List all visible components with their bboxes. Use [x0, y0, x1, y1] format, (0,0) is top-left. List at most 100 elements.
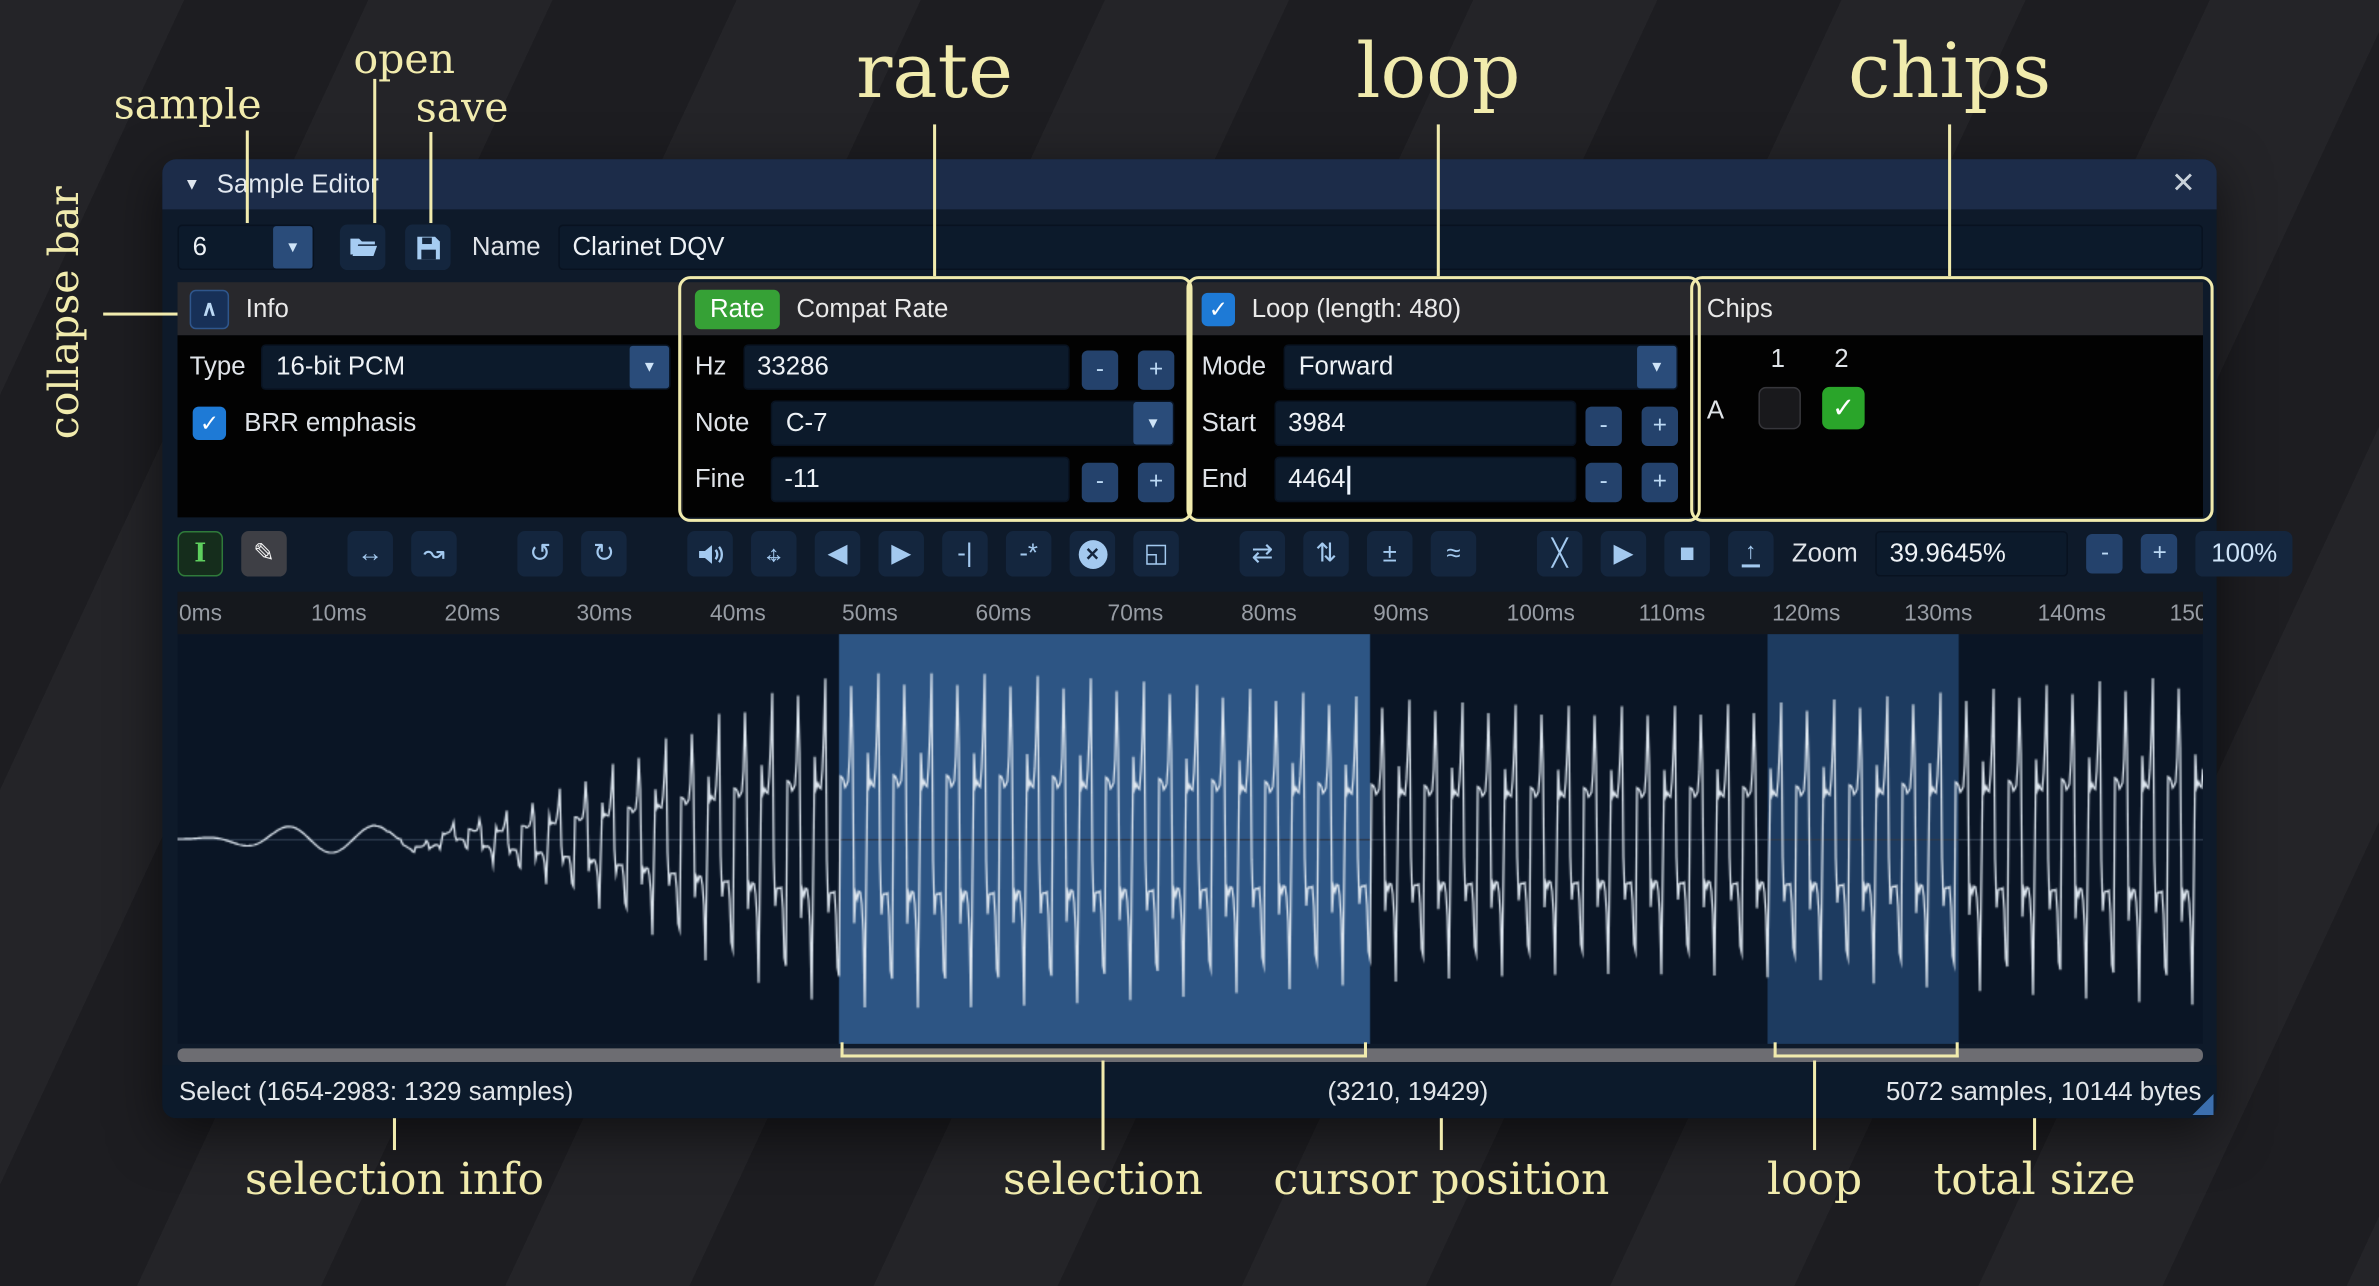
info-section: ∧ Info Type 16-bit PCM ▼ ✓ — [178, 282, 683, 517]
chips-section-title: Chips — [1707, 294, 1773, 324]
invert-button[interactable]: ⇅ — [1303, 531, 1349, 577]
chevron-down-icon[interactable]: ▼ — [1637, 346, 1676, 388]
ruler-label: 60ms — [976, 601, 1032, 627]
annotation-loop: loop — [1356, 27, 1520, 115]
window-title: Sample Editor — [217, 169, 379, 199]
annotation-sample: sample — [114, 82, 262, 129]
crossfade-button[interactable]: ╳ — [1537, 531, 1583, 577]
zoom-input[interactable]: 39.9645% — [1876, 531, 2069, 577]
chevron-down-icon[interactable]: ▼ — [1133, 402, 1172, 444]
loop-mode-select[interactable]: Forward ▼ — [1284, 344, 1678, 390]
resample-button[interactable]: ↝ — [411, 531, 457, 577]
brr-emphasis-checkbox[interactable]: ✓ — [193, 407, 226, 440]
fade-in-icon: ◀ — [828, 539, 848, 569]
redo-button[interactable]: ↻ — [581, 531, 627, 577]
chip-column-2-label: 2 — [1834, 344, 1848, 374]
loop-end-plus-button[interactable]: + — [1642, 463, 1678, 502]
delete-button[interactable]: × — [1070, 531, 1116, 577]
sample-type-select[interactable]: 16-bit PCM ▼ — [261, 344, 671, 390]
filter-button[interactable]: ≈ — [1431, 531, 1477, 577]
fine-plus-button[interactable]: + — [1138, 463, 1174, 502]
sign-button[interactable]: ± — [1367, 531, 1413, 577]
ruler-label: 0ms — [179, 601, 222, 627]
loop-start-minus-button[interactable]: - — [1585, 407, 1621, 446]
zoom-label: Zoom — [1792, 539, 1858, 569]
stop-button[interactable]: ■ — [1664, 531, 1710, 577]
ruler-label: 110ms — [1639, 601, 1706, 627]
close-icon[interactable]: ✕ — [2171, 167, 2195, 202]
trim-button[interactable]: ◱ — [1133, 531, 1179, 577]
fade-in-button[interactable]: ◀ — [815, 531, 861, 577]
rate-badge[interactable]: Rate — [695, 289, 780, 328]
status-bar: Select (1654-2983: 1329 samples) (3210, … — [162, 1065, 2216, 1118]
fade-out-button[interactable]: ▶ — [878, 531, 924, 577]
ruler-label: 30ms — [577, 601, 633, 627]
annotation-cursor-position: cursor position — [1273, 1153, 1609, 1205]
play-button[interactable]: ▶ — [1601, 531, 1647, 577]
annotation-rate: rate — [856, 27, 1013, 115]
normalize-button[interactable]: ↔↕ — [751, 531, 797, 577]
hz-minus-button[interactable]: - — [1082, 350, 1118, 389]
save-button[interactable] — [405, 225, 451, 271]
note-select[interactable]: C-7 ▼ — [771, 401, 1175, 447]
reverse-button[interactable]: ⇄ — [1240, 531, 1286, 577]
horizontal-scrollbar[interactable] — [178, 1048, 2203, 1062]
hz-plus-button[interactable]: + — [1138, 350, 1174, 389]
loop-start-plus-button[interactable]: + — [1642, 407, 1678, 446]
waveform-display[interactable] — [178, 634, 2203, 1044]
title-bar[interactable]: ▼ Sample Editor ✕ — [162, 159, 2216, 209]
zoom-out-button[interactable]: - — [2087, 534, 2123, 573]
hz-input[interactable]: 33286 — [743, 344, 1069, 390]
fine-minus-button[interactable]: - — [1082, 463, 1118, 502]
note-label: Note — [695, 408, 750, 438]
chevron-down-icon[interactable]: ▼ — [630, 346, 669, 388]
sample-number-value: 6 — [179, 232, 273, 262]
zoom-in-button[interactable]: + — [2141, 534, 2177, 573]
window-collapse-icon[interactable]: ▼ — [184, 175, 201, 193]
play-icon: ▶ — [1613, 539, 1633, 569]
ruler-label: 120ms — [1772, 601, 1840, 627]
redo-icon: ↻ — [593, 539, 615, 569]
chevron-down-icon[interactable]: ▼ — [273, 226, 312, 268]
rate-section: Rate Compat Rate Hz 33286 - + Note — [683, 282, 1190, 517]
ruler-label: 40ms — [710, 601, 766, 627]
i-beam-icon: I — [194, 539, 206, 569]
fine-input[interactable]: -11 — [771, 457, 1070, 503]
loop-end-minus-button[interactable]: - — [1585, 463, 1621, 502]
cross-arrows-icon: ╳ — [1552, 539, 1568, 569]
loop-enable-checkbox[interactable]: ✓ — [1202, 292, 1235, 325]
ruler-label: 100ms — [1507, 601, 1575, 627]
select-tool-button[interactable]: I — [178, 531, 224, 577]
ruler-label: 140ms — [2038, 601, 2106, 627]
apply-silence-button[interactable]: -* — [1006, 531, 1052, 577]
resize-button[interactable]: ↔ — [347, 531, 393, 577]
annotation-collapse-bar: collapse bar — [42, 196, 89, 439]
sample-editor-window: ▼ Sample Editor ✕ 6 ▼ — [162, 159, 2216, 1118]
annotation-total-size: total size — [1934, 1153, 2136, 1205]
ruler-label: 10ms — [311, 601, 367, 627]
volume-icon — [696, 541, 725, 567]
folder-open-icon — [348, 235, 377, 259]
pencil-icon: ✎ — [253, 539, 275, 569]
draw-tool-button[interactable]: ✎ — [241, 531, 287, 577]
undo-button[interactable]: ↺ — [517, 531, 563, 577]
loop-start-label: Start — [1202, 408, 1256, 438]
loop-section: ✓ Loop (length: 480) Mode Forward ▼ Star… — [1189, 282, 1694, 517]
loop-end-input[interactable]: 4464 — [1274, 457, 1576, 503]
insert-silence-button[interactable]: -| — [942, 531, 988, 577]
upload-button[interactable]: ↑ — [1728, 531, 1774, 577]
annotation-selection-info: selection info — [245, 1153, 544, 1205]
annotation-loop-marker: loop — [1767, 1153, 1862, 1205]
arrows-cross-icon: ↔↕ — [751, 531, 797, 577]
chip-row-a-label: A — [1707, 396, 1724, 426]
amplify-button[interactable] — [687, 531, 733, 577]
open-button[interactable] — [340, 225, 386, 271]
collapse-info-button[interactable]: ∧ — [190, 289, 229, 328]
loop-start-input[interactable]: 3984 — [1274, 401, 1576, 447]
zoom-reset-button[interactable]: 100% — [2196, 531, 2292, 577]
chip-a1-checkbox[interactable] — [1758, 387, 1800, 429]
name-input[interactable]: Clarinet DQV — [559, 225, 2203, 271]
invert-icon: ⇅ — [1315, 539, 1337, 569]
sample-number-select[interactable]: 6 ▼ — [178, 225, 315, 271]
chip-a2-checkbox[interactable]: ✓ — [1822, 387, 1864, 429]
